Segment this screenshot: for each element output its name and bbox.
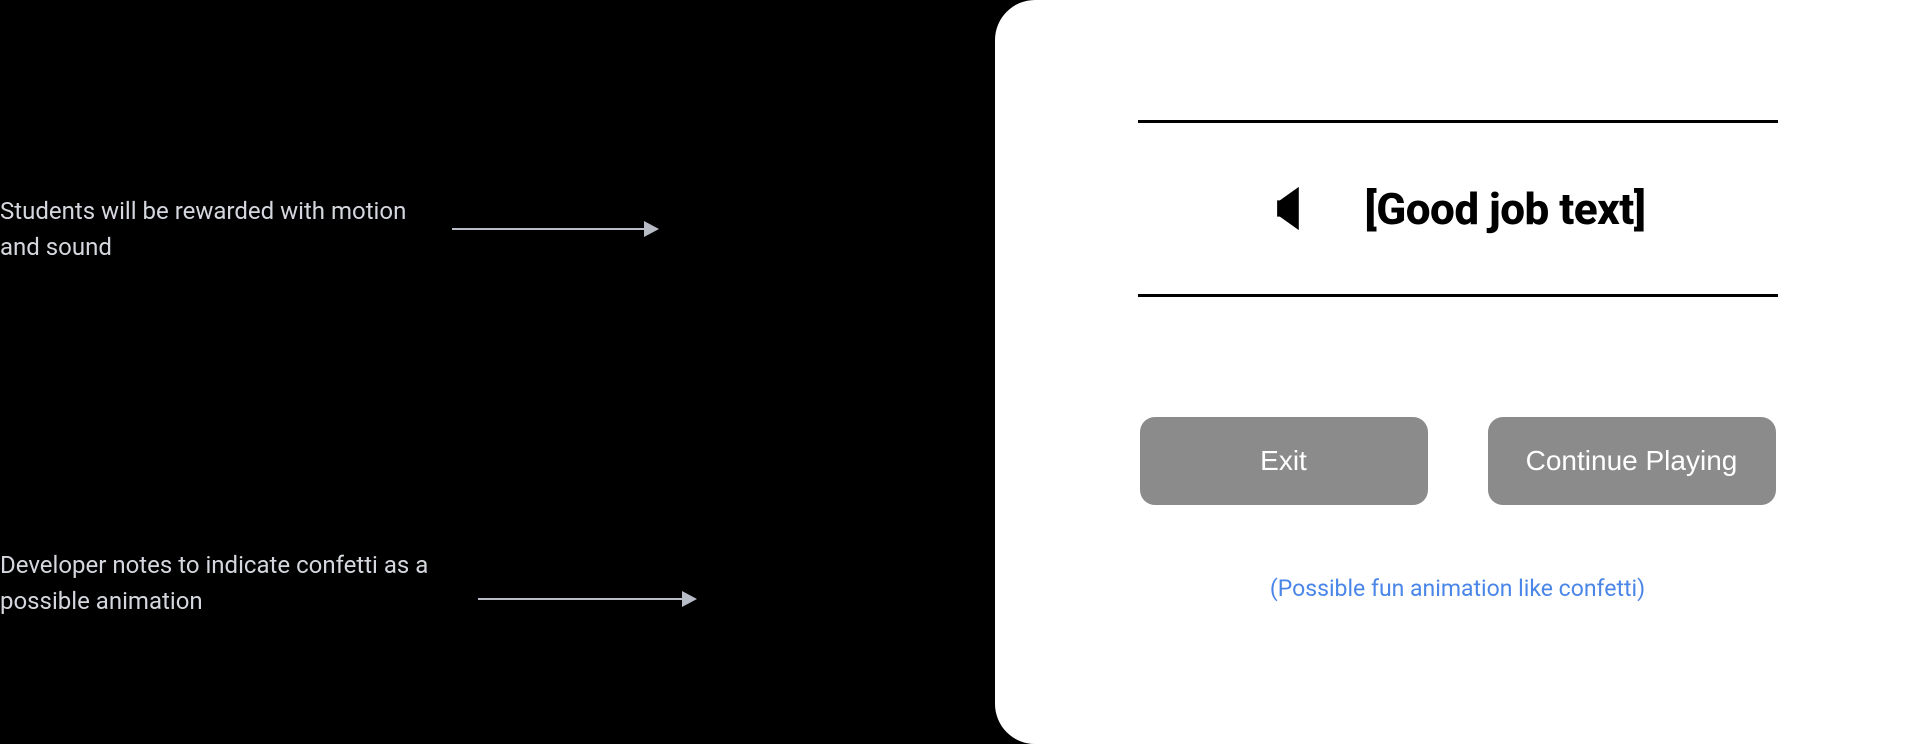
exit-button[interactable]: Exit — [1140, 417, 1428, 505]
arrow-line-2 — [478, 598, 685, 600]
arrow-head-1 — [644, 221, 659, 237]
button-row: Exit Continue Playing — [1140, 417, 1776, 505]
annotation-reward: Students will be rewarded with motion an… — [0, 193, 450, 265]
wireframe-panel: [Good job text] Exit Continue Playing (P… — [995, 0, 1920, 744]
arrow-head-2 — [682, 591, 697, 607]
dev-note-text: (Possible fun animation like confetti) — [1270, 575, 1645, 602]
reward-banner: [Good job text] — [1138, 120, 1778, 297]
banner-text: [Good job text] — [1364, 183, 1645, 235]
annotation-dev-note: Developer notes to indicate confetti as … — [0, 547, 470, 619]
continue-playing-button[interactable]: Continue Playing — [1488, 417, 1776, 505]
speaker-icon — [1269, 171, 1334, 246]
arrow-line-1 — [452, 228, 647, 230]
